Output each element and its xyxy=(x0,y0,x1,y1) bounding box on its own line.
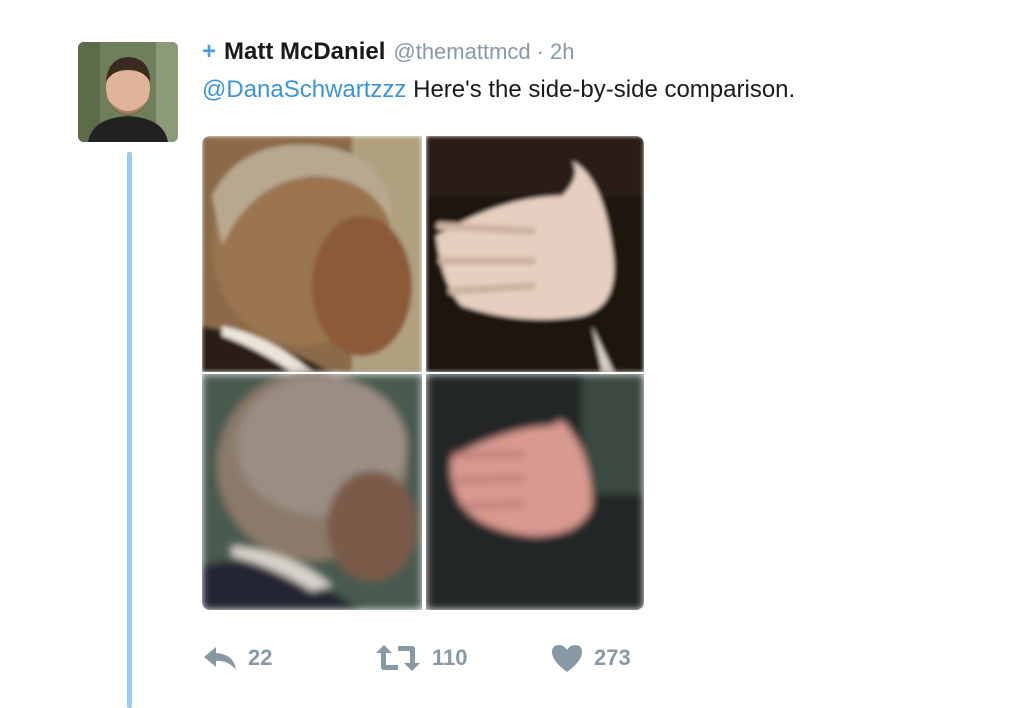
follow-plus-icon[interactable]: + xyxy=(202,38,216,66)
thread-line xyxy=(127,152,132,708)
tweet-body: Here's the side-by-side comparison. xyxy=(406,76,796,103)
avatar[interactable] xyxy=(78,42,178,142)
media-divider-horizontal xyxy=(202,372,644,374)
like-count: 273 xyxy=(594,645,631,670)
tweet-timestamp[interactable]: 2h xyxy=(550,39,574,65)
retweet-button[interactable]: 110 xyxy=(374,636,468,680)
reply-count: 22 xyxy=(248,645,273,670)
media-panel-top-right[interactable] xyxy=(426,136,644,372)
retweet-icon xyxy=(376,645,420,671)
retweet-count: 110 xyxy=(432,645,468,670)
author-handle[interactable]: @themattmcd xyxy=(393,39,530,65)
media-panel-bottom-left[interactable] xyxy=(202,371,422,610)
author-name[interactable]: Matt McDaniel xyxy=(224,38,385,66)
media-panel-top-left[interactable] xyxy=(202,136,422,372)
tweet-text: @DanaSchwartzzz Here's the side-by-side … xyxy=(202,76,795,104)
reply-button[interactable]: 22 xyxy=(202,636,272,680)
media-panel-bottom-right[interactable] xyxy=(426,374,644,610)
tweet-header: + Matt McDaniel @themattmcd · 2h xyxy=(202,38,574,74)
reply-icon xyxy=(204,647,236,670)
like-button[interactable]: 273 xyxy=(550,636,631,680)
mention-link[interactable]: @DanaSchwartzzz xyxy=(202,76,406,103)
separator-dot: · xyxy=(536,39,544,64)
tweet-media[interactable] xyxy=(202,136,644,610)
heart-icon xyxy=(552,645,582,672)
media-grid xyxy=(202,136,644,610)
tweet-actions: 22 110 273 xyxy=(202,636,662,680)
avatar-image xyxy=(78,42,178,142)
